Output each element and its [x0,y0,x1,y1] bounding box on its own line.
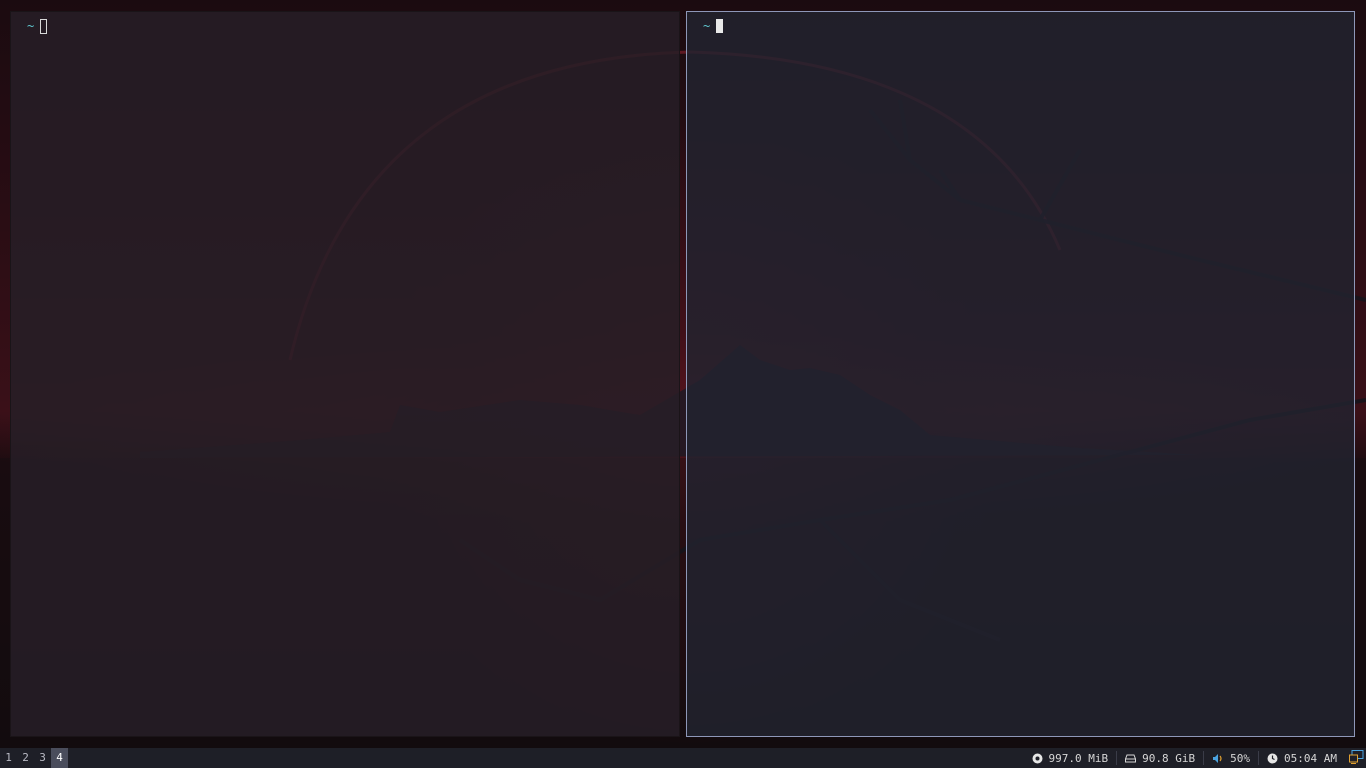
volume-block[interactable]: 50% [1204,748,1258,768]
terminal-prompt: ~ [27,18,48,34]
workspace-2[interactable]: 2 [17,748,34,768]
speaker-icon [1212,753,1224,764]
network-tray-icon[interactable] [1349,749,1364,767]
cursor-focused [716,19,724,33]
cursor-unfocused [40,18,48,34]
status-bar: 1 2 3 4 997.0 MiB 90.8 GiB 50% 05:04 AM [0,748,1366,768]
workspace-1[interactable]: 1 [0,748,17,768]
clock-value: 05:04 AM [1284,751,1337,765]
disk-block: 90.8 GiB [1117,748,1203,768]
memory-icon [1032,753,1043,764]
clock-block: 05:04 AM [1259,748,1345,768]
disk-value: 90.8 GiB [1142,751,1196,765]
terminal-right[interactable]: ~ [686,11,1355,737]
prompt-path: ~ [703,19,711,33]
status-blocks: 997.0 MiB 90.8 GiB 50% 05:04 AM [1024,748,1366,768]
volume-value: 50% [1230,751,1251,765]
tray-block[interactable] [1345,748,1366,768]
clock-icon [1267,753,1278,764]
memory-block: 997.0 MiB [1024,748,1117,768]
terminal-left[interactable]: ~ [10,11,680,737]
workspace-4[interactable]: 4 [51,748,68,768]
disk-icon [1125,754,1137,763]
prompt-path: ~ [27,19,35,33]
memory-value: 997.0 MiB [1048,751,1109,765]
terminal-prompt: ~ [703,18,724,34]
workspace-3[interactable]: 3 [34,748,51,768]
